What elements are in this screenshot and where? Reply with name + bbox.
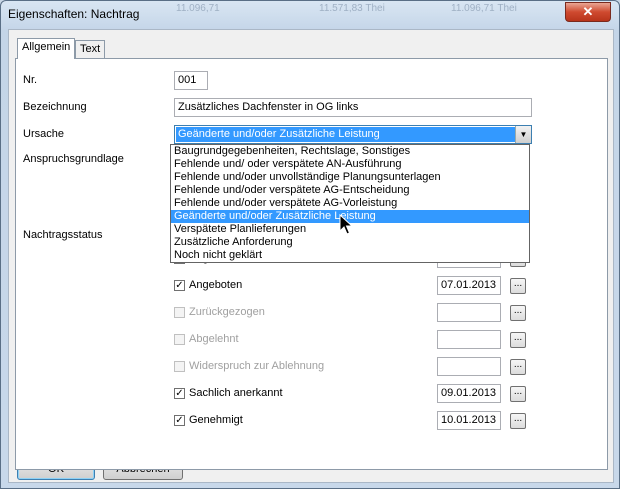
background-text: 11.096,71 Thei xyxy=(451,3,517,14)
status-date-field[interactable]: 07.01.2013 xyxy=(437,276,501,295)
mouse-cursor-icon xyxy=(339,214,353,235)
title-bar[interactable]: Eigenschaften: Nachtrag 11.096,71 11.571… xyxy=(1,1,619,29)
status-checkbox[interactable] xyxy=(174,307,185,318)
nr-label: Nr. xyxy=(23,74,38,86)
dropdown-option[interactable]: Fehlende und/ oder verspätete AN-Ausführ… xyxy=(171,158,529,171)
dropdown-option[interactable]: Baugrundgegebenheiten, Rechtslage, Sonst… xyxy=(171,145,529,158)
date-picker-button[interactable]: ... xyxy=(510,278,526,294)
dropdown-option[interactable]: Fehlende und/oder verspätete AG-Vorleist… xyxy=(171,197,529,210)
ursache-select[interactable]: Geänderte und/oder Zusätzliche Leistung … xyxy=(174,125,532,144)
date-picker-button[interactable]: ... xyxy=(510,332,526,348)
status-checkbox[interactable] xyxy=(174,334,185,345)
date-picker-button[interactable]: ... xyxy=(510,386,526,402)
status-checkbox[interactable]: ✓ xyxy=(174,280,185,291)
status-label[interactable]: Widerspruch zur Ablehnung xyxy=(189,360,324,372)
status-checkbox[interactable]: ✓ xyxy=(174,415,185,426)
dropdown-option[interactable]: Zusätzliche Anforderung xyxy=(171,236,529,249)
status-date-field[interactable] xyxy=(437,330,501,349)
bezeichnung-label: Bezeichnung xyxy=(23,101,87,113)
ursache-dropdown-list[interactable]: Baugrundgegebenheiten, Rechtslage, Sonst… xyxy=(170,144,530,263)
close-button[interactable]: ✕ xyxy=(565,2,611,22)
status-date-field[interactable] xyxy=(437,303,501,322)
tab-panel-allgemein: Nr. 001 Bezeichnung Zusätzliches Dachfen… xyxy=(15,58,608,470)
close-icon: ✕ xyxy=(582,4,594,19)
dropdown-option[interactable]: Fehlende und/oder unvollständige Planung… xyxy=(171,171,529,184)
status-date-field[interactable]: 10.01.2013 xyxy=(437,411,501,430)
dropdown-option[interactable]: Fehlende und/oder verspätete AG-Entschei… xyxy=(171,184,529,197)
status-label[interactable]: Angeboten xyxy=(189,279,242,291)
chevron-down-icon[interactable]: ▼ xyxy=(515,126,531,143)
status-date-field[interactable]: 09.01.2013 xyxy=(437,384,501,403)
ursache-selected-value: Geänderte und/oder Zusätzliche Leistung xyxy=(176,127,516,142)
status-checkbox[interactable] xyxy=(174,361,185,372)
status-label[interactable]: Zurückgezogen xyxy=(189,306,265,318)
date-picker-button[interactable]: ... xyxy=(510,413,526,429)
window-title: Eigenschaften: Nachtrag xyxy=(8,7,140,21)
nachtragsstatus-label: Nachtragsstatus xyxy=(23,229,103,241)
tab-allgemein[interactable]: Allgemein xyxy=(17,38,76,59)
tab-text[interactable]: Text xyxy=(75,40,106,59)
status-date-field[interactable] xyxy=(437,357,501,376)
background-text: 11.571,83 Thei xyxy=(319,3,385,14)
dropdown-option[interactable]: Noch nicht geklärt xyxy=(171,249,529,262)
status-checkbox[interactable]: ✓ xyxy=(174,388,185,399)
ursache-label: Ursache xyxy=(23,128,64,140)
date-picker-button[interactable]: ... xyxy=(510,359,526,375)
status-label[interactable]: Genehmigt xyxy=(189,414,243,426)
date-picker-button[interactable]: ... xyxy=(510,305,526,321)
status-label[interactable]: Sachlich anerkannt xyxy=(189,387,283,399)
bezeichnung-field[interactable]: Zusätzliches Dachfenster in OG links xyxy=(174,98,532,117)
nr-field[interactable]: 001 xyxy=(174,71,208,90)
anspruchsgrundlage-label: Anspruchsgrundlage xyxy=(23,153,124,165)
status-label[interactable]: Abgelehnt xyxy=(189,333,239,345)
background-text: 11.096,71 xyxy=(176,3,220,14)
